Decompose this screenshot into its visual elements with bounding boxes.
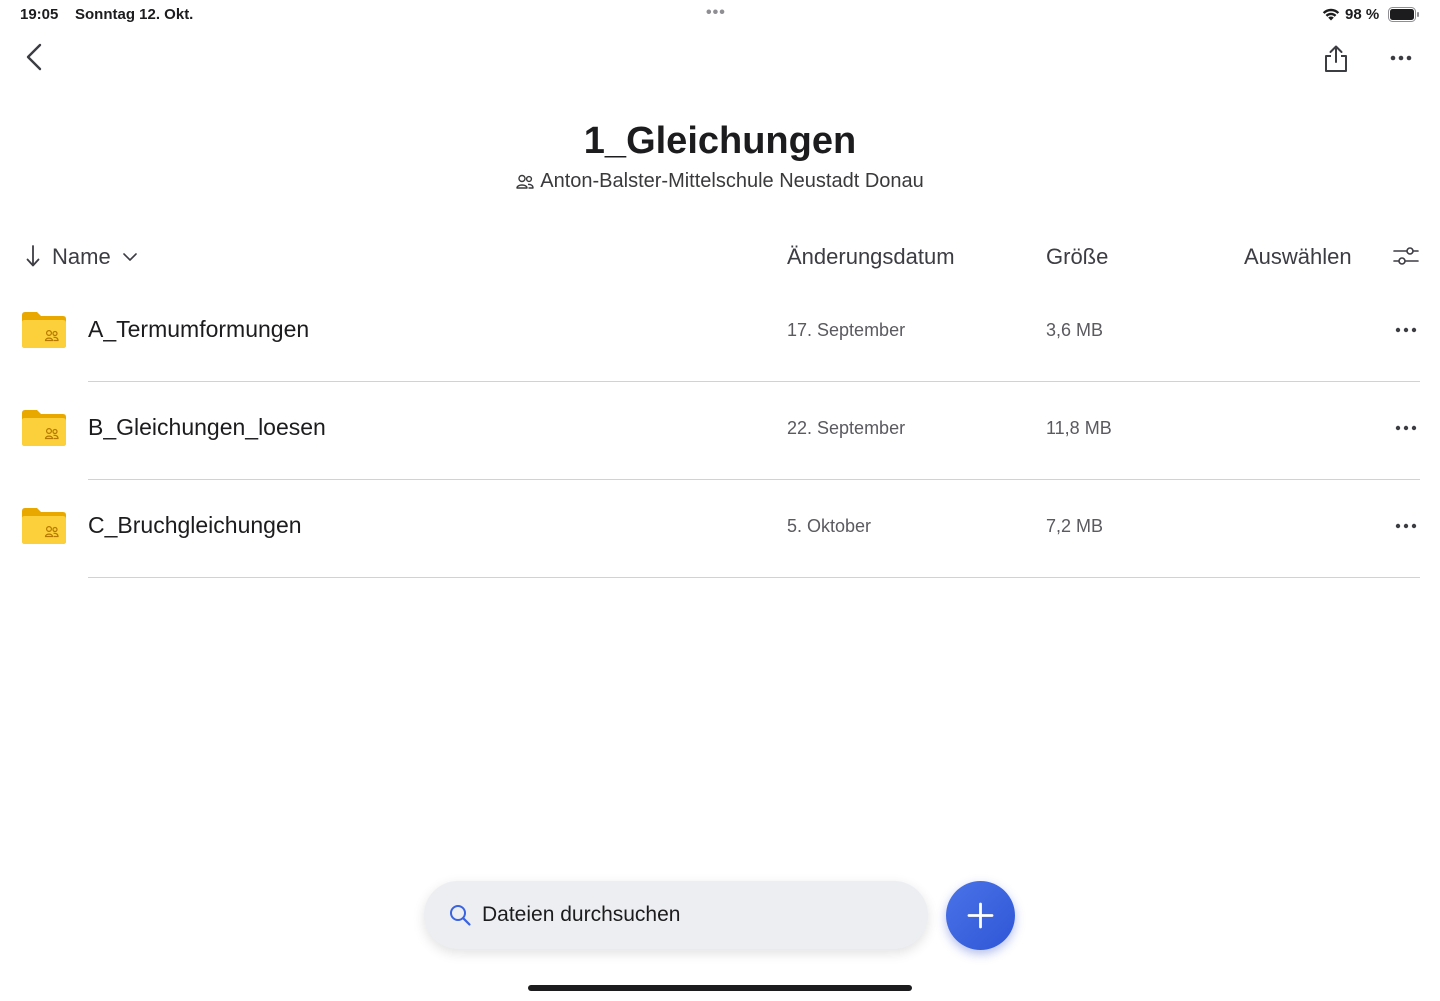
file-modified-date: 22. September: [787, 418, 906, 438]
file-size: 3,6 MB: [1046, 320, 1104, 340]
battery-percentage: 98 %: [1345, 6, 1380, 23]
select-button[interactable]: Auswählen: [1244, 244, 1352, 270]
folder-owner-name: Anton-Balster-Mittelschule Neustadt Dona…: [540, 170, 924, 192]
column-modified-date[interactable]: Änderungsdatum: [787, 244, 955, 270]
row-more-options-icon[interactable]: [1392, 420, 1420, 436]
add-button[interactable]: [946, 881, 1015, 950]
file-size: 7,2 MB: [1046, 516, 1104, 536]
shared-folder-icon: [22, 312, 66, 348]
row-more-options-icon[interactable]: [1392, 518, 1420, 534]
status-time: 19:05: [20, 6, 59, 23]
folder-owner: Anton-Balster-Mittelschule Neustadt Dona…: [0, 170, 1440, 193]
search-icon: [450, 905, 471, 926]
page-title: 1_Gleichungen: [583, 120, 857, 162]
list-item[interactable]: C_Bruchgleichungen 5. Oktober 7,2 MB: [0, 480, 1440, 578]
file-name: A_Termumformungen: [88, 316, 310, 342]
file-size: 11,8 MB: [1046, 418, 1112, 438]
search-input[interactable]: [482, 899, 902, 931]
shared-folder-icon: [22, 508, 66, 544]
row-divider: [88, 577, 1420, 578]
column-size[interactable]: Größe: [1046, 244, 1108, 270]
share-icon[interactable]: [1322, 44, 1350, 74]
filter-sliders-icon[interactable]: [1392, 244, 1420, 268]
shared-folder-icon: [22, 410, 66, 446]
file-name: B_Gleichungen_loesen: [88, 414, 326, 440]
status-date: Sonntag 12. Okt.: [75, 6, 194, 23]
back-button[interactable]: [22, 42, 48, 72]
sort-arrow-down-icon[interactable]: [24, 244, 42, 268]
plus-icon: [967, 902, 994, 929]
wifi-icon: [1322, 8, 1340, 21]
row-more-options-icon[interactable]: [1392, 322, 1420, 338]
status-bar: 19:05 Sonntag 12. Okt. ••• 98 %: [0, 0, 1440, 28]
file-name: C_Bruchgleichungen: [88, 512, 302, 538]
file-modified-date: 5. Oktober: [787, 516, 872, 536]
more-options-icon[interactable]: [1388, 48, 1414, 68]
file-modified-date: 17. September: [787, 320, 906, 340]
list-item[interactable]: A_Termumformungen 17. September 3,6 MB: [0, 284, 1440, 382]
multitasking-dots-icon[interactable]: •••: [706, 5, 726, 21]
search-bar[interactable]: [424, 881, 928, 949]
list-item[interactable]: B_Gleichungen_loesen 22. September 11,8 …: [0, 382, 1440, 480]
people-icon: [516, 174, 534, 189]
home-indicator[interactable]: [528, 985, 912, 991]
chevron-down-icon[interactable]: [122, 252, 138, 262]
sort-by-name-button[interactable]: Name: [52, 244, 111, 270]
files-app: 19:05 Sonntag 12. Okt. ••• 98 % 1_Gleich…: [0, 0, 1440, 1001]
column-header: Name Änderungsdatum Größe Auswählen: [0, 238, 1440, 278]
battery-icon: [1388, 7, 1419, 22]
